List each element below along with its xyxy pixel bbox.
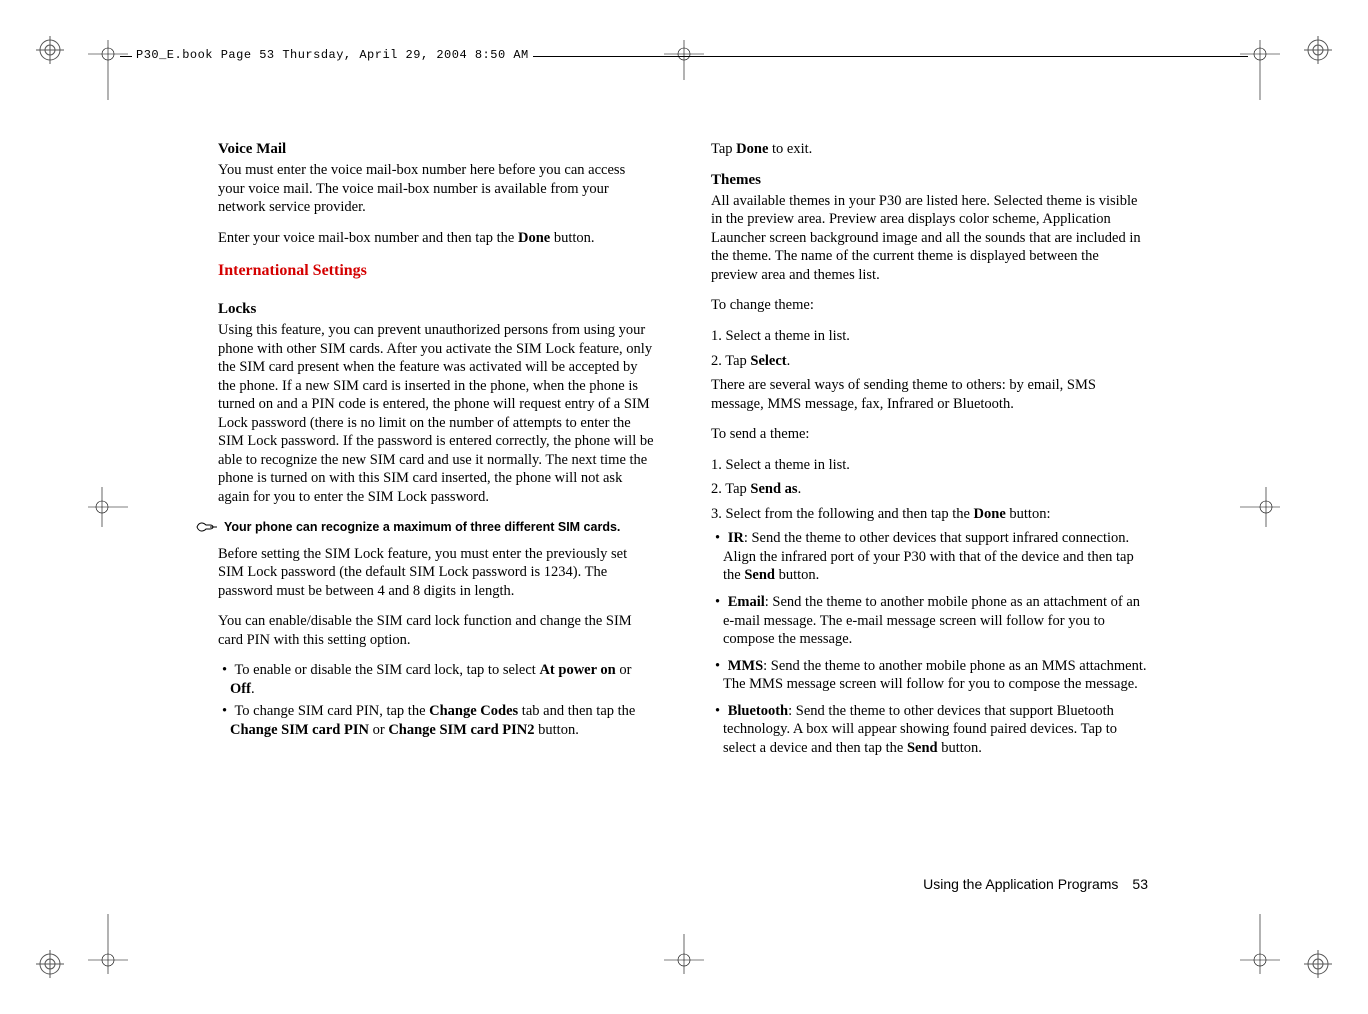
text: : Send the theme to another mobile phone…: [723, 658, 1147, 693]
done-label: Done: [736, 141, 768, 157]
change-step-2: 2. Tap Select.: [711, 352, 1148, 371]
text: or: [369, 722, 388, 738]
crop-mark-icon: [1240, 914, 1280, 974]
tap-done-exit: Tap Done to exit.: [711, 140, 1148, 159]
change-sim-pin-label: Change SIM card PIN: [230, 722, 369, 738]
themes-heading: Themes: [711, 171, 1148, 190]
send-blurb: There are several ways of sending theme …: [711, 376, 1148, 413]
mms-label: MMS: [728, 658, 763, 674]
change-sim-pin2-label: Change SIM card PIN2: [388, 722, 534, 738]
text: button.: [535, 722, 579, 738]
text: to exit.: [768, 141, 812, 157]
text: button.: [775, 567, 819, 583]
crop-mark-icon: [88, 487, 128, 527]
send-theme-intro: To send a theme:: [711, 425, 1148, 444]
locks-heading: Locks: [218, 300, 655, 319]
note-callout: Your phone can recognize a maximum of th…: [196, 519, 655, 535]
voice-mail-heading: Voice Mail: [218, 140, 655, 159]
registration-mark-icon: [36, 36, 64, 64]
crop-mark-icon: [88, 914, 128, 974]
text: To change SIM card PIN, tap the: [234, 703, 429, 719]
locks-text-3: You can enable/disable the SIM card lock…: [218, 612, 655, 649]
footer-title: Using the Application Programs: [923, 876, 1118, 892]
change-theme-intro: To change theme:: [711, 296, 1148, 315]
themes-text: All available themes in your P30 are lis…: [711, 192, 1148, 285]
ir-label: IR: [728, 530, 744, 546]
locks-text-1: Using this feature, you can prevent unau…: [218, 321, 655, 506]
locks-text-2: Before setting the SIM Lock feature, you…: [218, 545, 655, 601]
text: Tap: [711, 141, 736, 157]
crop-mark-icon: [1240, 40, 1280, 100]
note-hand-icon: [196, 519, 218, 535]
off-label: Off: [230, 681, 251, 697]
done-label: Done: [518, 230, 550, 246]
text: .: [251, 681, 255, 697]
crop-mark-icon: [1240, 487, 1280, 527]
send-step-1: 1. Select a theme in list.: [711, 456, 1148, 475]
voice-mail-action: Enter your voice mail-box number and the…: [218, 229, 655, 248]
text: 3. Select from the following and then ta…: [711, 506, 974, 522]
page-footer: Using the Application Programs53: [923, 876, 1148, 894]
crop-mark-icon: [664, 934, 704, 974]
bullet-change-pin: To change SIM card PIN, tap the Change C…: [218, 702, 655, 739]
done-label: Done: [974, 506, 1006, 522]
crop-mark-icon: [664, 40, 704, 80]
send-step-2: 2. Tap Send as.: [711, 480, 1148, 499]
page-number: 53: [1118, 876, 1148, 892]
text: button.: [550, 230, 594, 246]
page-content: Voice Mail You must enter the voice mail…: [218, 140, 1148, 894]
change-codes-label: Change Codes: [429, 703, 518, 719]
right-column: Tap Done to exit. Themes All available t…: [711, 140, 1148, 894]
text: 2. Tap: [711, 353, 750, 369]
registration-mark-icon: [1304, 950, 1332, 978]
text: To enable or disable the SIM card lock, …: [234, 662, 539, 678]
send-step-3: 3. Select from the following and then ta…: [711, 505, 1148, 524]
crop-mark-icon: [88, 40, 128, 100]
send-option-mms: MMS: Send the theme to another mobile ph…: [711, 657, 1148, 694]
text: or: [616, 662, 632, 678]
send-option-bluetooth: Bluetooth: Send the theme to other devic…: [711, 702, 1148, 758]
voice-mail-text: You must enter the voice mail-box number…: [218, 161, 655, 217]
international-settings-heading: International Settings: [218, 261, 655, 281]
header-meta: P30_E.book Page 53 Thursday, April 29, 2…: [132, 48, 533, 62]
text: : Send the theme to another mobile phone…: [723, 594, 1140, 647]
text: .: [798, 481, 802, 497]
text: tab and then tap the: [518, 703, 635, 719]
registration-mark-icon: [1304, 36, 1332, 64]
send-label: Send: [744, 567, 775, 583]
left-column: Voice Mail You must enter the voice mail…: [218, 140, 655, 894]
bluetooth-label: Bluetooth: [728, 703, 788, 719]
send-as-label: Send as: [750, 481, 797, 497]
send-label: Send: [907, 740, 938, 756]
text: Enter your voice mail-box number and the…: [218, 230, 518, 246]
text: button:: [1006, 506, 1051, 522]
select-label: Select: [750, 353, 786, 369]
send-option-ir: IR: Send the theme to other devices that…: [711, 529, 1148, 585]
send-option-email: Email: Send the theme to another mobile …: [711, 593, 1148, 649]
registration-mark-icon: [36, 950, 64, 978]
bullet-enable-disable: To enable or disable the SIM card lock, …: [218, 661, 655, 698]
note-text: Your phone can recognize a maximum of th…: [224, 519, 620, 535]
text: button.: [938, 740, 982, 756]
at-power-on-label: At power on: [539, 662, 615, 678]
email-label: Email: [728, 594, 765, 610]
text: 2. Tap: [711, 481, 750, 497]
change-step-1: 1. Select a theme in list.: [711, 327, 1148, 346]
text: .: [787, 353, 791, 369]
